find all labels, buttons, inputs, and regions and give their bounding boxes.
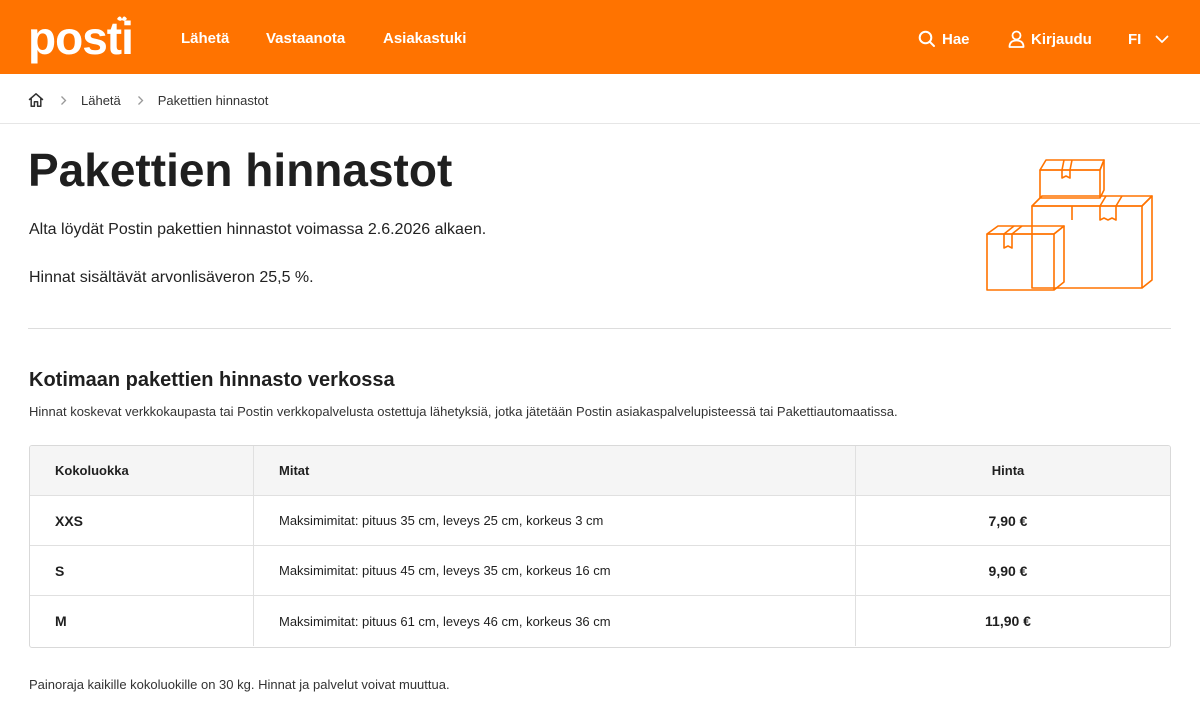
language-label: FI — [1128, 30, 1142, 48]
chevron-down-icon — [1155, 35, 1169, 43]
price-table: Kokoluokka Mitat Hinta XXS Maksimimitat:… — [29, 445, 1171, 648]
column-header-dimensions: Mitat — [254, 446, 856, 495]
language-selector[interactable]: FI — [1128, 26, 1169, 52]
table-row: XXS Maksimimitat: pituus 35 cm, leveys 2… — [30, 496, 1170, 546]
divider — [0, 123, 1200, 124]
price-cell: 9,90 € — [988, 562, 1028, 579]
breadcrumb-home[interactable] — [28, 92, 44, 108]
search-label: Hae — [942, 30, 970, 48]
login-button[interactable]: Kirjaudu — [1008, 26, 1092, 52]
nav-laheta[interactable]: Lähetä — [181, 28, 229, 50]
top-navigation-bar: posti Lähetä Vastaanota Asiakastuki Hae … — [0, 0, 1200, 74]
packages-illustration — [986, 159, 1153, 291]
breadcrumb-laheta[interactable]: Lähetä — [81, 93, 121, 108]
size-class-cell: XXS — [30, 496, 254, 545]
posti-logo-text: posti — [28, 12, 132, 64]
nav-asiakastuki[interactable]: Asiakastuki — [383, 28, 466, 50]
page-title: Pakettien hinnastot — [28, 144, 453, 196]
search-button[interactable]: Hae — [918, 26, 970, 52]
price-cell: 11,90 € — [985, 613, 1031, 629]
login-label: Kirjaudu — [1031, 30, 1092, 48]
user-icon — [1008, 30, 1025, 48]
chevron-right-icon — [60, 95, 67, 106]
section-description: Hinnat koskevat verkkokaupasta tai Posti… — [29, 404, 898, 419]
dimensions-cell: Maksimimitat: pituus 35 cm, leveys 25 cm… — [254, 496, 856, 545]
section-title: Kotimaan pakettien hinnasto verkossa — [29, 369, 395, 391]
column-header-size: Kokoluokka — [30, 446, 254, 495]
chevron-right-icon — [137, 95, 144, 106]
size-class-cell: S — [30, 546, 254, 595]
breadcrumb-current: Pakettien hinnastot — [157, 92, 269, 108]
nav-vastaanota[interactable]: Vastaanota — [266, 28, 345, 50]
search-icon — [918, 30, 935, 47]
dimensions-cell: Maksimimitat: pituus 45 cm, leveys 35 cm… — [254, 546, 856, 595]
table-header-row: Kokoluokka Mitat Hinta — [30, 446, 1170, 496]
intro-text: Alta löydät Postin pakettien hinnastot v… — [29, 221, 487, 238]
price-cell: 7,90 € — [988, 512, 1028, 529]
footnote: Painoraja kaikille kokoluokille on 30 kg… — [29, 677, 450, 692]
divider — [28, 328, 1171, 329]
table-row: S Maksimimitat: pituus 45 cm, leveys 35 … — [30, 546, 1170, 596]
vat-note: Hinnat sisältävät arvonlisäveron 25,5 %. — [29, 269, 314, 286]
breadcrumb: Lähetä Pakettien hinnastot — [28, 88, 268, 112]
size-class-cell: M — [30, 596, 254, 646]
table-row: M Maksimimitat: pituus 61 cm, leveys 46 … — [30, 596, 1170, 646]
column-header-price: Hinta — [991, 463, 1025, 478]
posti-logo[interactable]: posti — [28, 12, 132, 64]
dimensions-cell: Maksimimitat: pituus 61 cm, leveys 46 cm… — [254, 596, 856, 646]
home-icon — [28, 93, 44, 107]
